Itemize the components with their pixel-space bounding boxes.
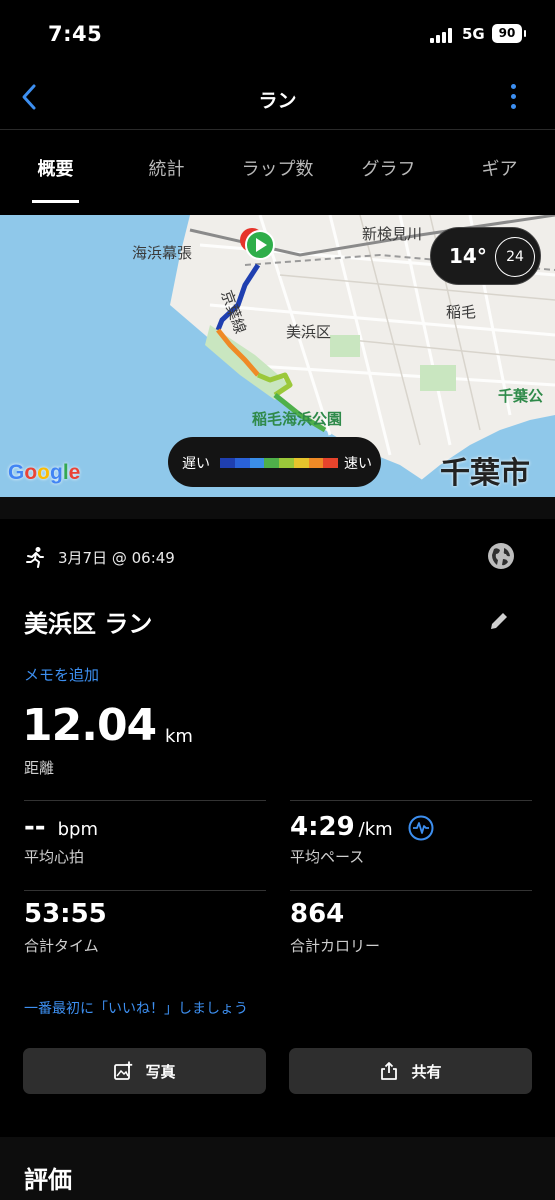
avg-pace-value: 4:29 (290, 812, 355, 842)
rating-title: 評価 (24, 1166, 72, 1194)
map-label-shinkemigawa: 新検見川 (362, 225, 423, 243)
weather-temperature: 14° (449, 244, 487, 268)
avg-heart-rate: -- bpm (24, 812, 98, 842)
edit-title-button[interactable] (488, 610, 510, 632)
map-label-inage: 稲毛 (446, 303, 477, 321)
calories-label: 合計カロリー (290, 937, 381, 955)
pulse-icon (408, 815, 434, 841)
rating-section (0, 1137, 555, 1200)
avg-heart-rate-unit: bpm (57, 819, 98, 840)
add-photo-label: 写真 (145, 1062, 176, 1081)
status-time: 7:45 (48, 22, 103, 46)
avg-pace: 4:29/km (290, 812, 393, 842)
tab-laps[interactable]: ラップ数 (222, 131, 333, 205)
divider (290, 800, 532, 801)
pace-color-swatch (249, 458, 265, 468)
distance-value: 12.04 (22, 700, 157, 751)
pace-color-swatch (323, 458, 338, 468)
map-label-kaihin-makuhari: 海浜幕張 (132, 244, 193, 262)
wind-icon: 24 (495, 237, 535, 277)
map-label-chiba-city: 千葉市 (440, 456, 530, 491)
globe-icon (488, 543, 514, 569)
map-label-inage-park: 稲毛海浜公園 (252, 410, 343, 428)
signal-icon (430, 27, 456, 43)
weather-badge: 14° 24 (430, 227, 541, 285)
legend-slow-label: 遅い (182, 456, 210, 472)
map-label-mihama: 美浜区 (286, 323, 332, 341)
legend-fast-label: 速い (344, 456, 372, 472)
pace-color-swatch (293, 458, 309, 468)
divider (290, 890, 532, 891)
pencil-icon (491, 613, 507, 629)
activity-date-row: 3月7日 @ 06:49 (24, 545, 175, 569)
tab-graph[interactable]: グラフ (333, 131, 444, 205)
divider (24, 890, 266, 891)
calories-value: 864 (290, 899, 345, 929)
distance-label: 距離 (24, 759, 55, 777)
tab-gear[interactable]: ギア (444, 131, 555, 205)
running-icon (26, 547, 44, 568)
more-options-button[interactable] (500, 80, 528, 114)
activity-date: 3月7日 @ 06:49 (58, 548, 175, 567)
route-map[interactable]: 新検見川 海浜幕張 京葉線 美浜区 稲毛 稲毛海浜公園 千葉公 千葉市 14° … (0, 215, 555, 497)
avg-pace-label: 平均ペース (290, 848, 365, 866)
add-memo-link[interactable]: メモを追加 (24, 664, 99, 685)
share-label: 共有 (411, 1062, 442, 1081)
activity-title: 美浜区 ラン (24, 610, 153, 638)
network-label: 5G (462, 25, 485, 43)
tab-overview[interactable]: 概要 (0, 131, 111, 205)
add-photo-button[interactable]: 写真 (23, 1048, 266, 1094)
nav-bar: ラン (0, 70, 555, 130)
pace-analysis-button[interactable] (408, 815, 434, 841)
pace-legend: 遅い 速い (168, 437, 381, 487)
pace-color-swatch (220, 458, 235, 468)
like-prompt-link[interactable]: 一番最初に「いいね！」しましょう (24, 998, 248, 1018)
distance-unit: km (165, 726, 193, 747)
visibility-button[interactable] (487, 542, 515, 570)
avg-heart-rate-value: -- (24, 812, 46, 842)
total-time-value: 53:55 (24, 899, 107, 929)
pace-color-scale (220, 458, 338, 468)
divider (24, 800, 266, 801)
google-logo: Google (8, 461, 81, 484)
tab-stats[interactable]: 統計 (111, 131, 222, 205)
share-icon (381, 1062, 398, 1080)
map-label-chiba-park: 千葉公 (498, 387, 544, 405)
more-vertical-icon (511, 84, 516, 89)
pace-color-swatch (234, 458, 250, 468)
tab-bar: 概要 統計 ラップ数 グラフ ギア (0, 131, 555, 205)
section-divider (0, 497, 555, 519)
add-photo-icon (114, 1061, 133, 1080)
page-title: ラン (258, 90, 297, 112)
pace-color-swatch (308, 458, 324, 468)
battery-icon: 90 (492, 24, 526, 43)
share-button[interactable]: 共有 (289, 1048, 532, 1094)
status-bar: 7:45 5G 90 (0, 0, 555, 70)
avg-heart-rate-label: 平均心拍 (24, 848, 85, 866)
total-time-label: 合計タイム (24, 937, 99, 955)
pace-color-swatch (264, 458, 279, 468)
pace-color-swatch (279, 458, 294, 468)
avg-pace-unit: /km (358, 819, 393, 840)
